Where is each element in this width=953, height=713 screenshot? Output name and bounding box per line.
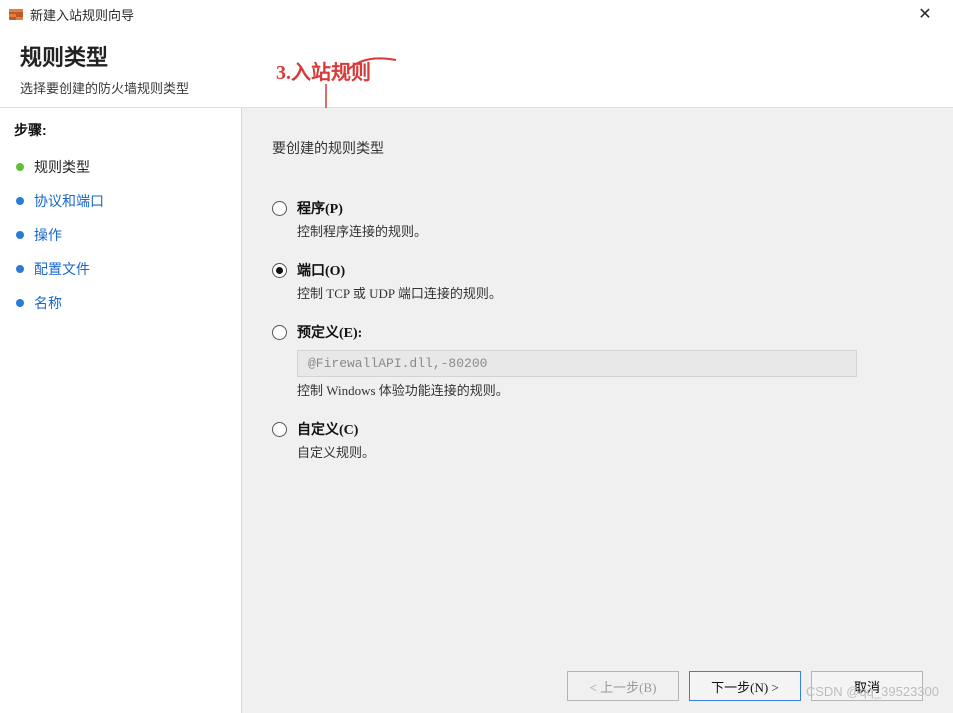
bullet-icon: [16, 197, 24, 205]
option-label: 预定义(E):: [297, 322, 362, 342]
radio-program[interactable]: [272, 201, 287, 216]
close-icon[interactable]: ✕: [905, 4, 945, 24]
bullet-icon: [16, 231, 24, 239]
page-subtitle: 选择要创建的防火墙规则类型: [20, 78, 933, 97]
option-label: 端口(O): [297, 260, 345, 280]
wizard-header: 规则类型 选择要创建的防火墙规则类型: [0, 28, 953, 107]
step-rule-type[interactable]: 规则类型: [14, 150, 227, 184]
option-desc: 控制 Windows 体验功能连接的规则。: [297, 380, 923, 399]
step-label: 规则类型: [34, 157, 90, 177]
option-desc: 控制程序连接的规则。: [297, 221, 923, 240]
predefined-select[interactable]: @FirewallAPI.dll,-80200: [297, 350, 857, 377]
option-predefined[interactable]: 预定义(E): @FirewallAPI.dll,-80200 控制 Windo…: [272, 322, 923, 399]
step-profile[interactable]: 配置文件: [14, 252, 227, 286]
content-panel: 要创建的规则类型 程序(P) 控制程序连接的规则。 端口(O) 控制 TCP 或…: [242, 108, 953, 713]
firewall-wizard-icon: [8, 6, 24, 22]
page-title: 规则类型: [20, 40, 933, 72]
next-button[interactable]: 下一步(N) >: [689, 671, 801, 701]
step-protocol-port[interactable]: 协议和端口: [14, 184, 227, 218]
option-label: 自定义(C): [297, 419, 358, 439]
bullet-icon: [16, 163, 24, 171]
option-label: 程序(P): [297, 198, 343, 218]
titlebar: 新建入站规则向导 ✕: [0, 0, 953, 28]
option-desc: 自定义规则。: [297, 442, 923, 461]
step-label: 名称: [34, 293, 62, 313]
cancel-button[interactable]: 取消: [811, 671, 923, 701]
radio-predefined[interactable]: [272, 325, 287, 340]
option-custom[interactable]: 自定义(C) 自定义规则。: [272, 419, 923, 461]
wizard-buttons: < 上一步(B) 下一步(N) > 取消: [272, 661, 923, 701]
step-label: 配置文件: [34, 259, 90, 279]
steps-heading: 步骤:: [14, 120, 227, 140]
step-name[interactable]: 名称: [14, 286, 227, 320]
step-action[interactable]: 操作: [14, 218, 227, 252]
step-label: 协议和端口: [34, 191, 104, 211]
steps-sidebar: 步骤: 规则类型 协议和端口 操作 配置文件 名称: [0, 108, 242, 713]
option-program[interactable]: 程序(P) 控制程序连接的规则。: [272, 198, 923, 240]
step-label: 操作: [34, 225, 62, 245]
content-heading: 要创建的规则类型: [272, 138, 923, 158]
radio-port[interactable]: [272, 263, 287, 278]
window-title: 新建入站规则向导: [30, 5, 905, 24]
bullet-icon: [16, 299, 24, 307]
back-button: < 上一步(B): [567, 671, 679, 701]
option-desc: 控制 TCP 或 UDP 端口连接的规则。: [297, 283, 923, 302]
radio-custom[interactable]: [272, 422, 287, 437]
bullet-icon: [16, 265, 24, 273]
option-port[interactable]: 端口(O) 控制 TCP 或 UDP 端口连接的规则。: [272, 260, 923, 302]
